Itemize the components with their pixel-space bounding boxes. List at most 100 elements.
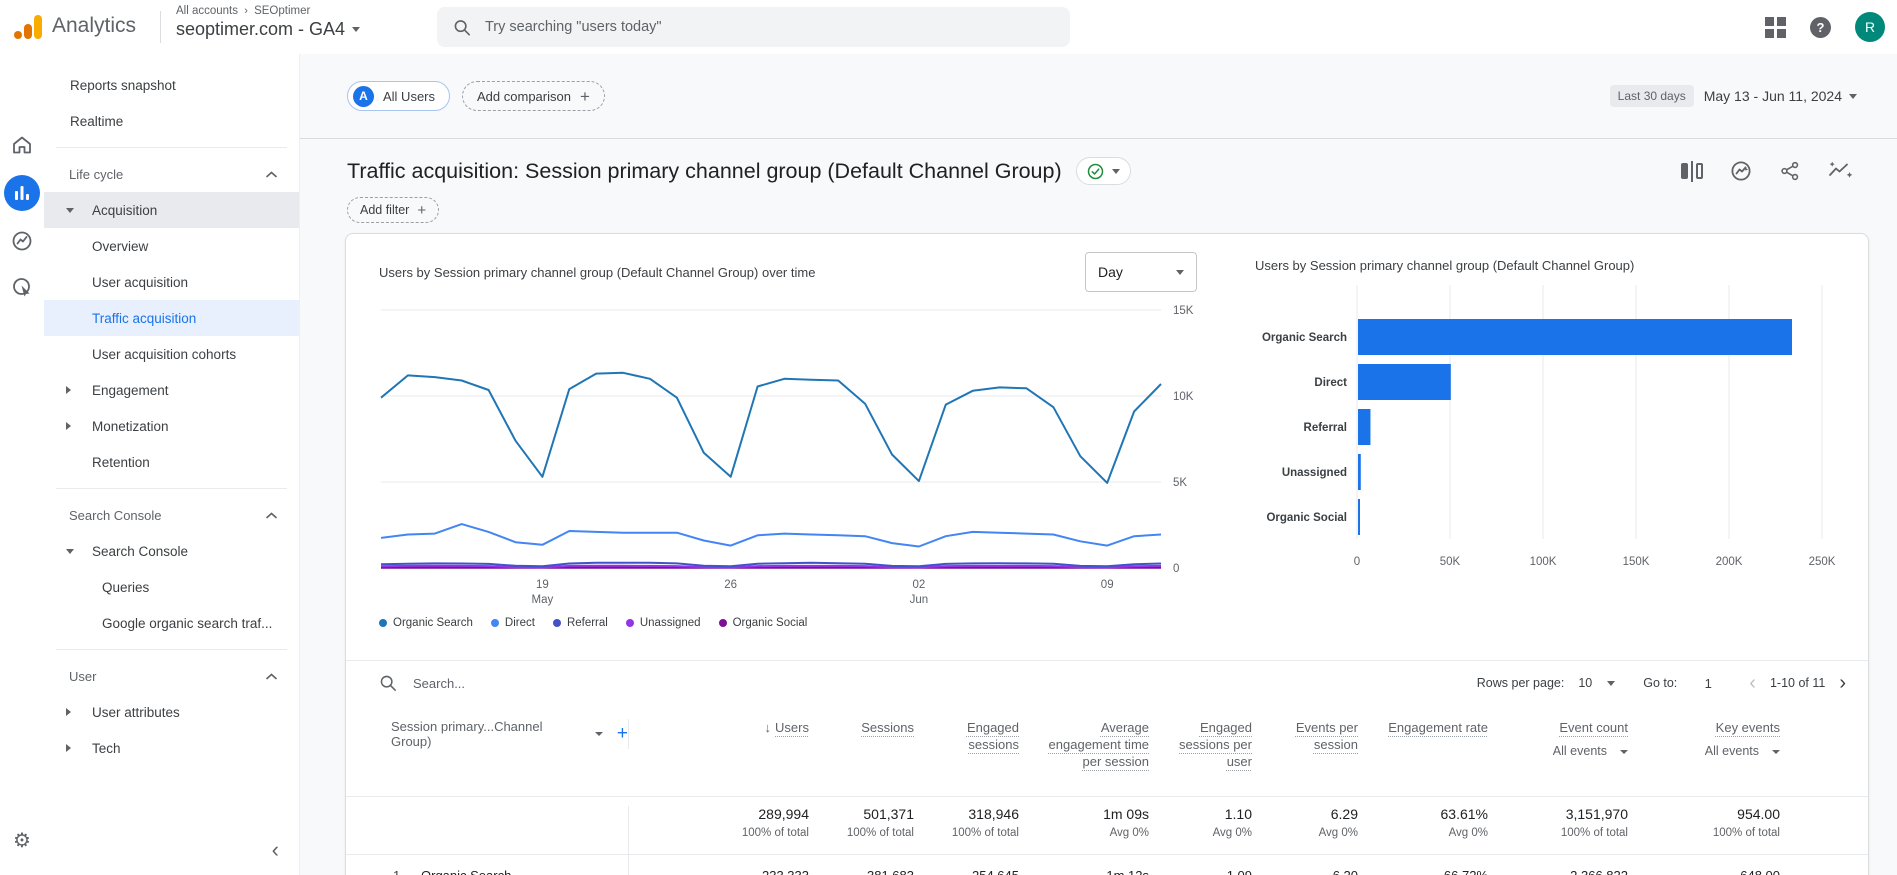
legend-item-organic-social[interactable]: Organic Social — [719, 617, 808, 629]
add-dimension-icon[interactable]: + — [617, 723, 628, 745]
svg-text:Unassigned: Unassigned — [1282, 467, 1347, 479]
explore-icon[interactable] — [10, 229, 34, 253]
column-subfilter[interactable]: All events — [1502, 743, 1628, 760]
advertising-icon[interactable] — [10, 275, 34, 299]
expander-right-icon[interactable] — [66, 422, 71, 430]
goto-page-input[interactable] — [1693, 676, 1723, 691]
table-row[interactable]: 1Organic Search233,333381,683254,6451m 1… — [346, 855, 1868, 875]
expander-right-icon[interactable] — [66, 708, 71, 716]
legend-item-unassigned[interactable]: Unassigned — [626, 617, 701, 629]
column-header-engaged-sessions[interactable]: Engaged sessions — [914, 719, 1019, 753]
avatar[interactable]: R — [1855, 12, 1885, 42]
share-icon[interactable] — [1779, 160, 1801, 182]
sidebar-divider — [56, 147, 287, 148]
all-users-comparison-chip[interactable]: A All Users — [347, 81, 450, 111]
sidebar-item-search-console[interactable]: Search Console — [44, 533, 299, 569]
next-page-icon[interactable]: › — [1839, 672, 1846, 695]
page-title: Traffic acquisition: Session primary cha… — [347, 159, 1062, 184]
users-over-time-line-chart[interactable]: 15K10K5K019May2602Jun09 — [379, 296, 1201, 608]
totals-value: 318,946100% of total — [914, 806, 1019, 854]
add-comparison-button[interactable]: Add comparison + — [462, 81, 605, 111]
sidebar-section-life-cycle[interactable]: Life cycle — [44, 156, 299, 192]
settings-gear-icon[interactable]: ⚙ — [13, 828, 31, 853]
insights-circle-icon[interactable] — [1729, 159, 1753, 183]
sidebar-divider — [56, 488, 287, 489]
apps-grid-icon[interactable] — [1765, 17, 1786, 38]
expander-right-icon[interactable] — [66, 386, 71, 394]
filter-row: Add filter + — [300, 191, 1897, 223]
add-filter-button[interactable]: Add filter + — [347, 197, 439, 223]
date-range-picker[interactable]: Last 30 days May 13 - Jun 11, 2024 — [1610, 85, 1857, 107]
sidebar-item-user-acquisition[interactable]: User acquisition — [44, 264, 299, 300]
expander-right-icon[interactable] — [66, 744, 71, 752]
totals-number: 3,151,970 — [1488, 806, 1628, 822]
previous-page-icon[interactable]: ‹ — [1749, 672, 1756, 695]
column-header-average-engagement-time-per-session[interactable]: Average engagement time per session — [1019, 719, 1149, 770]
column-subfilter[interactable]: All events — [1642, 743, 1780, 760]
account-breadcrumb-block: All accounts › SEOptimer seoptimer.com -… — [176, 5, 360, 40]
sidebar-item-reports-snapshot[interactable]: Reports snapshot — [44, 67, 299, 103]
totals-subtext: 100% of total — [1628, 827, 1780, 839]
rows-per-page-select[interactable]: 10 — [1578, 676, 1615, 690]
column-header-events-per-session[interactable]: Events per session — [1252, 719, 1358, 753]
sidebar-section-user[interactable]: User — [44, 658, 299, 694]
granularity-select[interactable]: Day — [1085, 252, 1197, 292]
legend-item-organic-search[interactable]: Organic Search — [379, 617, 473, 629]
sidebar-item-label: Monetization — [92, 419, 169, 434]
sidebar-item-traffic-acquisition[interactable]: Traffic acquisition — [44, 300, 299, 336]
breadcrumb[interactable]: All accounts › SEOptimer — [176, 5, 360, 17]
sidebar-item-realtime[interactable]: Realtime — [44, 103, 299, 139]
dimension-column-header[interactable]: Session primary...Channel Group) + — [379, 719, 629, 749]
expander-down-icon[interactable] — [66, 208, 74, 213]
sidebar-item-user-acquisition-cohorts[interactable]: User acquisition cohorts — [44, 336, 299, 372]
sidebar-item-queries[interactable]: Queries — [44, 569, 299, 605]
sidebar-item-engagement[interactable]: Engagement — [44, 372, 299, 408]
sidebar-item-monetization[interactable]: Monetization — [44, 408, 299, 444]
global-search[interactable] — [437, 7, 1070, 47]
reports-icon[interactable] — [4, 175, 40, 211]
insights-sparkle-icon[interactable] — [1827, 160, 1853, 182]
column-header-event-count[interactable]: Event countAll events — [1488, 719, 1628, 760]
row-index: 1 — [379, 868, 421, 875]
sidebar-item-label: Google organic search traf... — [102, 616, 272, 631]
legend-item-direct[interactable]: Direct — [491, 617, 535, 629]
pagination-controls: Rows per page: 10 Go to: ‹ 1-10 of 11 › — [1477, 672, 1846, 695]
column-header-users[interactable]: ↓Users — [629, 719, 809, 736]
sidebar-item-user-attributes[interactable]: User attributes — [44, 694, 299, 730]
sidebar-item-tech[interactable]: Tech — [44, 730, 299, 766]
chevron-up-icon — [266, 171, 277, 178]
global-search-input[interactable] — [485, 19, 1054, 35]
property-selector[interactable]: seoptimer.com - GA4 — [176, 19, 360, 40]
totals-number: 1m 09s — [1019, 806, 1149, 822]
sidebar-section-search-console[interactable]: Search Console — [44, 497, 299, 533]
column-header-engagement-rate[interactable]: Engagement rate — [1358, 719, 1488, 736]
sidebar-item-retention[interactable]: Retention — [44, 444, 299, 480]
table-search-input[interactable] — [413, 676, 713, 691]
sidebar-divider — [56, 649, 287, 650]
column-label: Sessions — [861, 720, 914, 735]
charts-section: Users by Session primary channel group (… — [346, 234, 1868, 660]
sidebar-item-acquisition[interactable]: Acquisition — [44, 192, 299, 228]
legend-item-referral[interactable]: Referral — [553, 617, 608, 629]
sidebar-item-google-organic-search-traf[interactable]: Google organic search traf... — [44, 605, 299, 641]
users-by-channel-bar-chart[interactable]: 050K100K150K200K250KOrganic SearchDirect… — [1253, 277, 1847, 581]
analytics-logo-icon[interactable] — [14, 14, 42, 40]
legend-dot-icon — [626, 619, 634, 627]
collapse-sidebar-icon[interactable]: ‹ — [272, 839, 279, 861]
column-header-engaged-sessions-per-user[interactable]: Engaged sessions per user — [1149, 719, 1252, 770]
search-icon — [379, 674, 397, 692]
totals-subtext: 100% of total — [1488, 827, 1628, 839]
edit-comparisons-icon[interactable] — [1681, 161, 1703, 182]
sidebar-item-overview[interactable]: Overview — [44, 228, 299, 264]
column-header-key-events[interactable]: Key eventsAll events — [1628, 719, 1780, 760]
svg-text:Jun: Jun — [910, 594, 929, 606]
expander-down-icon[interactable] — [66, 549, 74, 554]
help-icon[interactable]: ? — [1810, 17, 1831, 38]
table-search[interactable] — [379, 674, 1477, 692]
bar-organic-search — [1358, 319, 1792, 355]
home-icon[interactable] — [10, 133, 34, 157]
data-quality-badge[interactable] — [1076, 157, 1131, 185]
breadcrumb-all-accounts[interactable]: All accounts — [176, 5, 238, 17]
column-header-sessions[interactable]: Sessions — [809, 719, 914, 736]
breadcrumb-account[interactable]: SEOptimer — [254, 5, 310, 17]
